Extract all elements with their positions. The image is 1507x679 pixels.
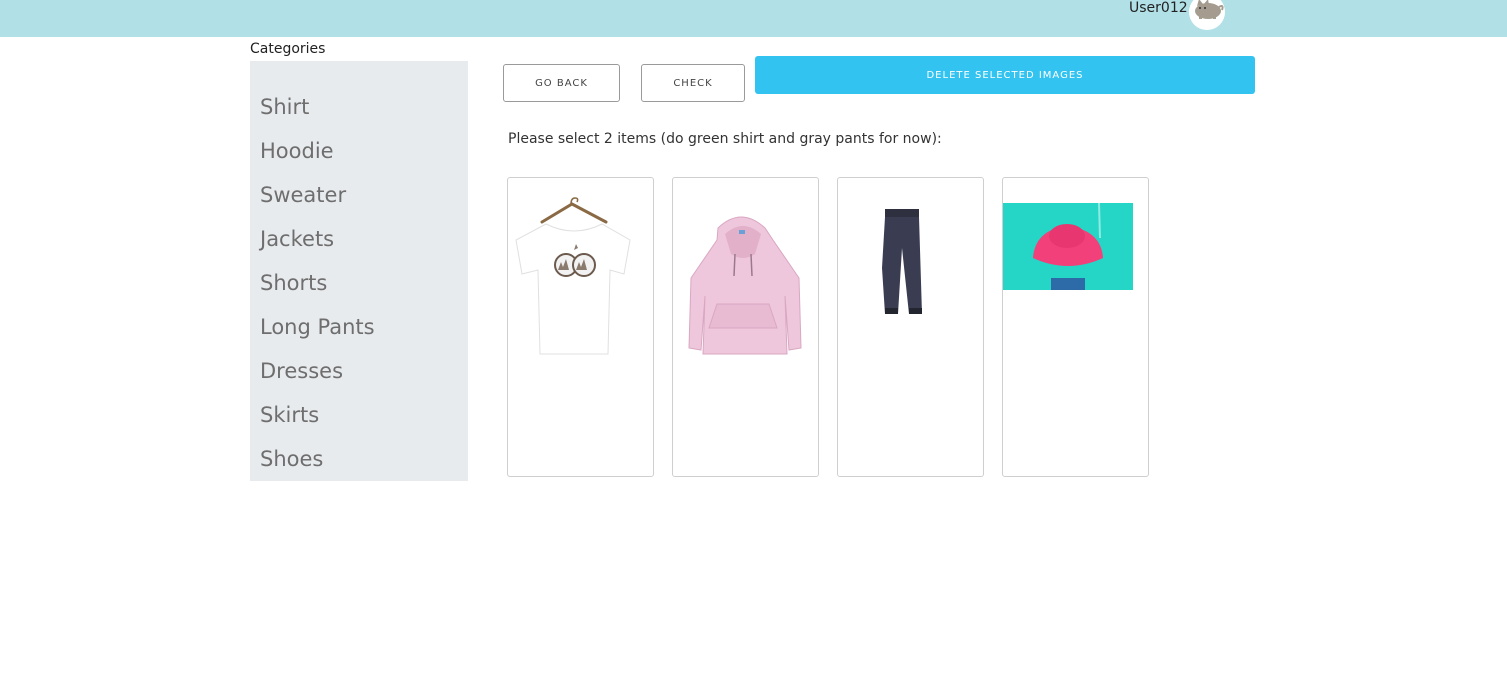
navy-pants-image: [882, 209, 922, 314]
white-tshirt-image: [515, 197, 631, 355]
sidebar-item-sweater[interactable]: Sweater: [260, 180, 346, 210]
check-button[interactable]: Check: [641, 64, 745, 102]
item-card-white-tshirt[interactable]: [507, 177, 654, 477]
sidebar-item-dresses[interactable]: Dresses: [260, 356, 343, 386]
pink-hat-image: [1003, 202, 1133, 290]
delete-selected-images-button[interactable]: Delete Selected Images: [755, 56, 1255, 94]
item-card-pink-hat[interactable]: [1002, 177, 1149, 477]
sidebar-item-hoodie[interactable]: Hoodie: [260, 136, 334, 166]
selection-instruction: Please select 2 items (do green shirt an…: [508, 131, 942, 147]
cat-avatar-icon[interactable]: [1189, 0, 1225, 30]
sidebar-item-long-pants[interactable]: Long Pants: [260, 312, 375, 342]
item-card-navy-pants[interactable]: [837, 177, 984, 477]
go-back-button[interactable]: Go Back: [503, 64, 620, 102]
sidebar-item-skirts[interactable]: Skirts: [260, 400, 319, 430]
sidebar-item-shoes[interactable]: Shoes: [260, 444, 323, 474]
sidebar-item-shorts[interactable]: Shorts: [260, 268, 327, 298]
sidebar-item-jackets[interactable]: Jackets: [260, 224, 334, 254]
item-card-pink-hoodie[interactable]: [672, 177, 819, 477]
categories-title: Categories: [250, 41, 326, 57]
pink-hoodie-image: [688, 216, 802, 355]
top-header: User012: [0, 0, 1507, 37]
username[interactable]: User012: [1129, 0, 1188, 16]
sidebar-item-shirt[interactable]: Shirt: [260, 92, 309, 122]
category-sidebar: Shirt Hoodie Sweater Jackets Shorts Long…: [250, 61, 468, 481]
